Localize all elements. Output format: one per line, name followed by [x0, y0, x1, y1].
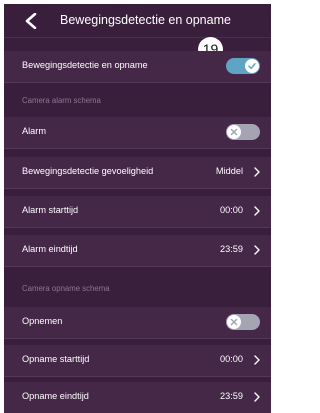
- record-end-label: Opname eindtijd: [22, 391, 89, 401]
- chevron-right-icon: [254, 392, 260, 402]
- chevron-right-icon: [254, 206, 260, 216]
- record-schedule-title: Camera opname schema: [22, 284, 110, 293]
- alarm-schedule-section: Camera alarm schema: [4, 88, 271, 113]
- x-icon: [230, 128, 238, 136]
- toggle-knob: [227, 125, 241, 139]
- sensitivity-value: Middel: [215, 166, 243, 176]
- motion-detection-toggle[interactable]: [226, 58, 260, 74]
- record-row[interactable]: Opnemen: [4, 307, 271, 339]
- alarm-label: Alarm: [22, 126, 46, 136]
- alarm-start-label: Alarm starttijd: [22, 205, 79, 215]
- record-end-row[interactable]: Opname eindtijd 23:59: [4, 382, 271, 413]
- x-icon: [230, 318, 238, 326]
- back-chevron-icon[interactable]: [24, 13, 38, 29]
- chevron-right-icon: [254, 245, 260, 255]
- record-toggle[interactable]: [226, 314, 260, 330]
- record-start-label: Opname starttijd: [22, 354, 90, 364]
- alarm-start-value: 00:00: [220, 205, 243, 215]
- page-title: Bewegingsdetectie en opname: [60, 13, 231, 27]
- record-label: Opnemen: [22, 316, 63, 326]
- alarm-schedule-title: Camera alarm schema: [22, 96, 101, 105]
- record-schedule-section: Camera opname schema: [4, 276, 271, 301]
- check-icon: [248, 63, 256, 70]
- alarm-row[interactable]: Alarm: [4, 117, 271, 149]
- alarm-end-value: 23:59: [220, 244, 243, 254]
- record-start-value: 00:00: [220, 354, 243, 364]
- alarm-end-row[interactable]: Alarm eindtijd 23:59: [4, 235, 271, 267]
- record-start-row[interactable]: Opname starttijd 00:00: [4, 345, 271, 377]
- motion-detection-row[interactable]: Bewegingsdetectie en opname: [4, 51, 271, 83]
- alarm-toggle[interactable]: [226, 124, 260, 140]
- alarm-end-label: Alarm eindtijd: [22, 244, 78, 254]
- sensitivity-label: Bewegingsdetectie gevoeligheid: [22, 166, 154, 176]
- header-bar: Bewegingsdetectie en opname: [4, 4, 271, 38]
- alarm-start-row[interactable]: Alarm starttijd 00:00: [4, 196, 271, 228]
- toggle-knob: [245, 59, 259, 73]
- motion-detection-label: Bewegingsdetectie en opname: [22, 60, 148, 70]
- toggle-knob: [227, 315, 241, 329]
- motion-detection-screen: Bewegingsdetectie en opname 19 Bewegings…: [4, 4, 271, 413]
- sensitivity-row[interactable]: Bewegingsdetectie gevoeligheid Middel: [4, 157, 271, 189]
- chevron-right-icon: [254, 355, 260, 365]
- record-end-value: 23:59: [220, 391, 243, 401]
- chevron-right-icon: [254, 167, 260, 177]
